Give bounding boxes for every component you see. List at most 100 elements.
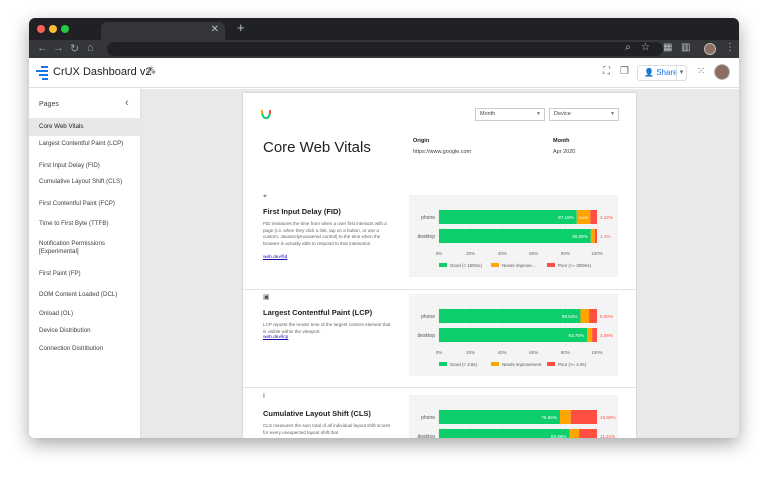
legend-swatch [491,263,499,267]
sidebar-item[interactable]: Onload (OL) [29,310,141,318]
sidebar-item-label: Notification Permissions [Experimental] [39,240,106,255]
new-tab-icon[interactable]: + [237,20,245,35]
data-label: 87.18% [558,215,574,220]
bar-segment [579,429,597,438]
forward-arrow-icon[interactable]: → [53,42,64,54]
section-link[interactable]: web.dev/lcp [263,335,288,340]
image-icon: ▣ [263,294,270,301]
sidebar-item-label: Onload (OL) [39,310,74,317]
month-filter-label: Month [480,111,496,117]
x-tick-label: 40% [498,251,507,256]
month-filter-select[interactable]: Month ▼ [475,108,545,121]
bar-segment [439,210,577,224]
sidebar-item[interactable]: Largest Contentful Paint (LCP) [29,140,141,148]
zoom-icon[interactable]: ⌕ [625,42,631,53]
bar-segment [439,429,570,438]
sidebar-item-label: First Input Delay (FID) [39,162,100,169]
minimize-window-button[interactable] [49,25,57,33]
section-title: First Input Delay (FID) [263,207,341,216]
sidebar-item[interactable]: Device Distribution [29,327,141,335]
profile-icon[interactable] [704,43,716,55]
data-label: 1.1% [600,234,610,239]
x-tick-label: 0% [436,251,443,256]
address-bar[interactable] [107,42,663,56]
collapse-chevron-icon[interactable]: ‹ [125,97,129,109]
sidebar-item[interactable]: Connection Distribution [29,345,141,353]
bar-segment [569,429,580,438]
stacked-bar-chart: 0%20%40%60%80%100%phone76.56%16.60%deskt… [417,405,616,438]
sidebar-item-label: Core Web Vitals [39,123,84,130]
sidebar-item[interactable]: Notification Permissions [Experimental] [29,240,141,255]
section-title: Largest Contentful Paint (LCP) [263,308,373,317]
data-label: 11.31% [600,434,615,438]
data-label: 76.56% [541,415,557,420]
legend-swatch [491,362,499,366]
browser-tab-strip: ✕ + [29,18,739,40]
sidebar-item-label: First Contentful Paint (FCP) [39,200,115,207]
sidebar-item[interactable]: Cumulative Layout Shift (CLS) [29,178,141,186]
sidebar-item[interactable]: First Input Delay (FID) [29,162,141,170]
sidebar-item[interactable]: First Contentful Paint (FCP) [29,200,141,208]
report-title: CrUX Dashboard v2 [53,66,152,78]
chevron-down-icon: ▼ [610,111,615,117]
home-icon[interactable]: ⌂ [87,42,94,54]
extension-icon[interactable]: ▥ [681,42,690,53]
bar-segment [590,229,595,243]
apps-grid-icon[interactable]: ⁙ [697,66,705,77]
device-filter-label: Device [554,111,571,117]
avatar[interactable] [714,64,730,80]
bar-segment [592,328,597,342]
sidebar-item[interactable]: Core Web Vitals [29,118,141,136]
back-arrow-icon[interactable]: ← [37,42,48,54]
add-person-icon: 👤 [644,68,654,77]
section-link[interactable]: web.dev/fid [263,255,287,260]
category-label: desktop [417,434,435,438]
sidebar-item[interactable]: First Paint (FP) [29,270,141,278]
x-tick-label: 20% [466,350,475,355]
report-page: Month ▼ Device ▼ Core Web Vitals Origin ht… [243,93,636,438]
section-title: Cumulative Layout Shift (CLS) [263,409,371,418]
section-description: CLS measures the sum total of all indivi… [263,423,391,435]
star-icon[interactable]: ☆ [641,42,650,53]
extension-icon[interactable]: ▦ [663,42,672,53]
device-filter-select[interactable]: Device ▼ [549,108,619,121]
category-label: phone [421,215,435,221]
share-label: Share [656,68,678,77]
x-tick-label: 20% [466,251,475,256]
section-description: LCP reports the render time of the large… [263,322,391,334]
x-tick-label: 80% [561,350,570,355]
data-label: 3.08% [600,333,613,338]
bar-segment [590,210,597,224]
sidebar-item-label: First Paint (FP) [39,270,81,277]
legend-label: Needs improvement [502,362,542,367]
browser-tab[interactable]: ✕ [101,22,225,40]
close-window-button[interactable] [37,25,45,33]
stacked-bar-chart: 0% 20% 40% 60% 80% 100% phone 87.18% 8.6% 4.22% de… [417,205,613,268]
chevron-down-icon[interactable]: ▾ [676,66,686,80]
bar-segment [570,410,597,424]
x-tick-label: 40% [498,350,507,355]
maximize-window-button[interactable] [61,25,69,33]
chart-panel: 0%20%40%60%80%100%phone76.56%16.60%deskt… [409,395,618,438]
report-info-icon[interactable]: ⁂ [146,66,156,77]
sidebar-item[interactable]: DOM Content Loaded (DCL) [29,291,141,299]
datastudio-logo-icon [36,66,48,80]
legend-swatch [547,362,555,366]
bar-segment [587,328,593,342]
sidebar-item-label: Device Distribution [39,327,91,334]
fullscreen-icon[interactable]: ⛶ [603,66,610,77]
chart-panel: 0% 20% 40% 60% 80% 100% phone 89.54% 5.00% deskto… [409,294,618,376]
copy-icon[interactable]: ❐ [620,66,629,77]
category-label: phone [421,415,435,421]
sidebar-item[interactable]: Time to First Byte (TTFB) [29,220,141,228]
page-title: Core Web Vitals [263,139,371,156]
chevron-down-icon: ▼ [536,111,541,117]
reload-icon[interactable]: ↻ [70,42,79,55]
share-button[interactable]: 👤 Share ▾ [637,65,687,81]
app-header: CrUX Dashboard v2 ⁂ ⛶ ❐ 👤 Share ▾ ⁙ [29,58,739,88]
x-tick-label: 100% [591,251,603,256]
more-icon[interactable]: ⋮ [725,42,735,53]
legend-swatch [439,263,447,267]
close-tab-icon[interactable]: ✕ [211,24,219,35]
x-tick-label: 60% [529,350,538,355]
